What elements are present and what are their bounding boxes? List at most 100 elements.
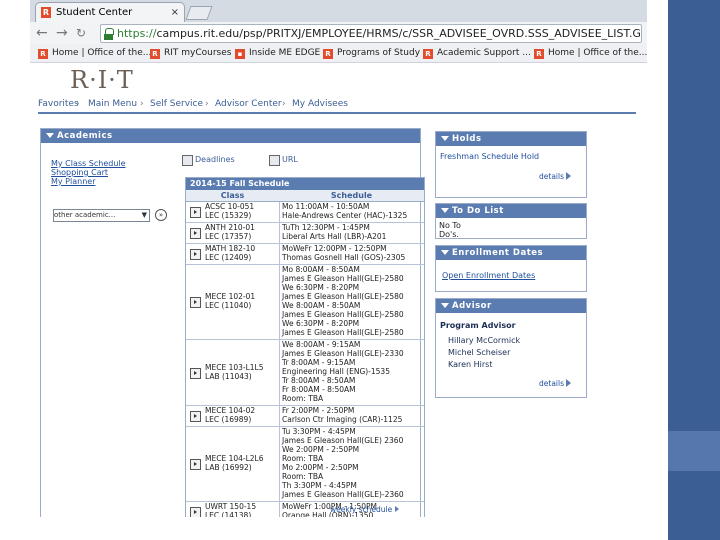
- schedule-cell: We 8:00AM - 9:15AM James E Gleason Hall(G…: [282, 340, 404, 403]
- details-label: details: [539, 172, 564, 181]
- bookmark-item[interactable]: ▪ Inside ME EDGE: [235, 44, 320, 62]
- schedule-cell-line: Liberal Arts Hall (LBR)-A201: [282, 232, 387, 241]
- back-arrow-icon[interactable]: ←: [36, 24, 48, 42]
- class-cell[interactable]: MATH 182-10 LEC (12409): [205, 244, 255, 262]
- breadcrumb-main-menu[interactable]: Main Menu: [88, 97, 137, 112]
- class-cell-line: MECE 102-01: [205, 292, 256, 301]
- chevron-down-icon: ▼: [141, 211, 147, 219]
- schedule-cell-line: Room: TBA: [282, 454, 324, 463]
- holds-details-link[interactable]: details: [539, 172, 571, 181]
- advisor-header[interactable]: Advisor: [436, 299, 586, 313]
- breadcrumb-my-advisees[interactable]: My Advisees: [292, 97, 348, 112]
- shopping-cart-link[interactable]: Shopping Cart: [51, 168, 108, 177]
- schedule-cell-line: We 6:30PM - 8:20PM: [282, 283, 360, 292]
- breadcrumb-advisor-center[interactable]: Advisor Center: [215, 97, 282, 112]
- bookmark-item[interactable]: R Home | Office of the...: [38, 44, 151, 62]
- collapse-triangle-icon[interactable]: [441, 136, 449, 141]
- class-cell[interactable]: ANTH 210-01 LEC (17357): [205, 223, 255, 241]
- bookmark-item[interactable]: R Academic Support ...: [423, 44, 531, 62]
- advisor-name[interactable]: Michel Scheiser: [448, 348, 510, 357]
- my-planner-link[interactable]: My Planner: [51, 177, 95, 186]
- class-cell-line: ACSC 10-051: [205, 202, 255, 211]
- breadcrumb: Favorites › Main Menu › Self Service › A…: [38, 97, 647, 112]
- hold-item[interactable]: Freshman Schedule Hold: [440, 152, 539, 161]
- class-cell[interactable]: UWRT 150-15 LEC (14138): [205, 502, 256, 517]
- weekly-schedule-label: weekly schedule: [330, 505, 393, 514]
- class-detail-icon[interactable]: [190, 411, 201, 422]
- class-detail-icon[interactable]: [190, 368, 201, 379]
- class-cell[interactable]: MECE 102-01 LEC (11040): [205, 292, 255, 310]
- class-cell[interactable]: MECE 103-L1L5 LAB (11043): [205, 363, 264, 381]
- calendar-icon[interactable]: [182, 155, 193, 166]
- schedule-cell-line: We 8:00AM - 9:15AM: [282, 340, 361, 349]
- bookmark-label: Inside ME EDGE: [249, 48, 321, 58]
- schedule-cell-line: James E Gleason Hall(GLE)-2360: [282, 490, 404, 499]
- collapse-triangle-icon[interactable]: [441, 208, 449, 213]
- schedule-column-header[interactable]: Schedule: [279, 190, 424, 201]
- schedule-row: ACSC 10-051 LEC (15329) Mo 11:00AM - 10:50…: [186, 202, 424, 223]
- collapse-triangle-icon[interactable]: [46, 133, 54, 138]
- class-cell-line: LEC (15329): [205, 211, 252, 220]
- url-link[interactable]: URL: [282, 155, 298, 164]
- rit-favicon-icon: R: [41, 7, 51, 18]
- schedule-cell-line: Tr 8:00AM - 9:15AM: [282, 358, 356, 367]
- bookmark-item[interactable]: R Home | Office of the...: [534, 44, 647, 62]
- tab-close-icon[interactable]: ×: [171, 3, 179, 22]
- schedule-cell-line: Tu 3:30PM - 4:45PM: [282, 427, 356, 436]
- class-cell[interactable]: MECE 104-L2L6 LAB (16992): [205, 454, 264, 472]
- class-detail-icon[interactable]: [190, 507, 201, 517]
- url-input[interactable]: https://campus.rit.edu/psp/PRITXJ/EMPLOY…: [100, 24, 642, 43]
- class-detail-icon[interactable]: [190, 249, 201, 260]
- schedule-cell-line: Th 3:30PM - 4:45PM: [282, 481, 357, 490]
- class-detail-icon[interactable]: [190, 228, 201, 239]
- other-academic-select[interactable]: other academic... ▼: [53, 209, 150, 222]
- class-cell[interactable]: ACSC 10-051 LEC (15329): [205, 202, 254, 220]
- class-detail-icon[interactable]: [190, 459, 201, 470]
- class-detail-icon[interactable]: [190, 297, 201, 308]
- bookmark-item[interactable]: R RIT myCourses: [150, 44, 231, 62]
- schedule-cell-line: Mo 11:00AM - 10:50AM: [282, 202, 370, 211]
- class-cell-line: LEC (12409): [205, 253, 252, 262]
- details-label: details: [539, 379, 564, 388]
- schedule-header-row: Class Schedule: [186, 190, 424, 202]
- breadcrumb-favorites[interactable]: Favorites: [38, 97, 79, 112]
- weekly-schedule-link[interactable]: weekly schedule: [330, 505, 400, 514]
- collapse-triangle-icon[interactable]: [441, 250, 449, 255]
- enrollment-dates-header[interactable]: Enrollment Dates: [436, 246, 586, 260]
- schedule-cell-line: James E Gleason Hall(GLE)-2330: [282, 349, 404, 358]
- url-text: https://campus.rit.edu/psp/PRITXJ/EMPLOY…: [117, 25, 641, 42]
- lock-icon: [104, 28, 114, 40]
- holds-header[interactable]: Holds: [436, 132, 586, 146]
- deadlines-link[interactable]: Deadlines: [195, 155, 235, 164]
- open-enrollment-dates-link[interactable]: Open Enrollment Dates: [442, 271, 535, 280]
- column-divider: [279, 340, 280, 405]
- schedule-cell-line: Room: TBA: [282, 472, 324, 481]
- advisor-details-link[interactable]: details: [539, 379, 571, 388]
- schedule-row: ANTH 210-01 LEC (17357) TuTh 12:30PM - 1:4…: [186, 223, 424, 244]
- schedule-cell: MoWeFr 12:00PM - 12:50PM Thomas Gosnell H…: [282, 244, 405, 262]
- my-class-schedule-link[interactable]: My Class Schedule: [51, 159, 126, 168]
- class-detail-icon[interactable]: [190, 207, 201, 218]
- new-tab-button[interactable]: [185, 6, 213, 20]
- schedule-table: 2014-15 Fall Schedule Class Schedule ACS…: [185, 177, 425, 517]
- reload-icon[interactable]: ↻: [76, 24, 86, 42]
- advisor-name[interactable]: Hillary McCormick: [448, 336, 520, 345]
- class-cell[interactable]: MECE 104-02 LEC (16989): [205, 406, 255, 424]
- collapse-triangle-icon[interactable]: [441, 303, 449, 308]
- url-icon[interactable]: [269, 155, 280, 166]
- todo-header[interactable]: To Do List: [436, 204, 586, 218]
- tab-student-center[interactable]: R Student Center ×: [35, 2, 185, 22]
- forward-arrow-icon[interactable]: →: [56, 24, 68, 42]
- rit-bookmark-icon: R: [150, 49, 160, 59]
- academics-header[interactable]: Academics: [41, 129, 420, 143]
- class-column-header[interactable]: Class: [186, 190, 279, 201]
- schedule-cell: Mo 11:00AM - 10:50AM Hale-Andrews Center …: [282, 202, 407, 220]
- breadcrumb-self-service[interactable]: Self Service: [150, 97, 203, 112]
- enrollment-dates-title: Enrollment Dates: [452, 248, 544, 258]
- bookmark-item[interactable]: R Programs of Study: [323, 44, 420, 62]
- bookmark-label: Home | Office of the...: [548, 48, 647, 58]
- advisor-name[interactable]: Karen Hirst: [448, 360, 493, 369]
- go-button[interactable]: »: [155, 209, 167, 221]
- todo-line: Do's.: [439, 230, 459, 239]
- schedule-cell-line: Tr 8:00AM - 8:50AM: [282, 376, 356, 385]
